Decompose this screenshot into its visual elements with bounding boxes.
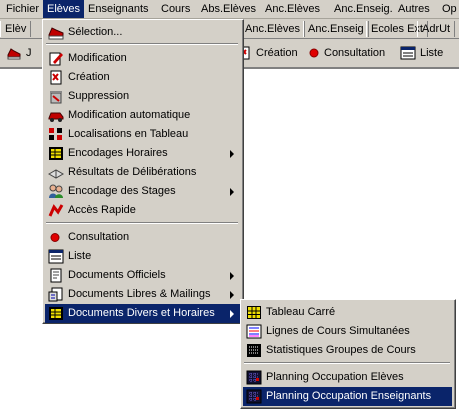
submenu-arrow-icon bbox=[230, 310, 234, 318]
menu-cours[interactable]: Cours bbox=[157, 0, 194, 18]
book-icon bbox=[48, 165, 64, 180]
submenu-item-lignes-de-cours-simultanees[interactable]: Lignes de Cours Simultanées bbox=[243, 322, 452, 341]
tab-anc-enseig[interactable]: Anc.Enseig bbox=[303, 21, 369, 37]
menu-item-label: Statistiques Groupes de Cours bbox=[266, 344, 416, 356]
menu-item-documents-officiels[interactable]: Documents Officiels bbox=[45, 266, 240, 285]
tab-anc-eleves[interactable]: Anc.Elèves bbox=[240, 21, 306, 37]
submenu-arrow-icon bbox=[230, 150, 234, 158]
menu-item-label: Tableau Carré bbox=[266, 306, 336, 318]
stats-grid-icon bbox=[246, 343, 262, 358]
new-document-icon bbox=[48, 70, 64, 85]
toolbar-label-creation: Création bbox=[256, 47, 298, 59]
lines-icon bbox=[246, 324, 262, 339]
menu-item-label: Création bbox=[68, 71, 110, 83]
red-dot-icon bbox=[309, 48, 319, 58]
menu-item-consultation[interactable]: Consultation bbox=[45, 228, 240, 247]
submenu-item-tableau-carre[interactable]: Tableau Carré bbox=[243, 303, 452, 322]
shoe-icon bbox=[48, 25, 64, 40]
menu-item-label: Consultation bbox=[68, 231, 130, 243]
quick-access-icon bbox=[48, 203, 64, 218]
edit-pencil-icon bbox=[48, 51, 64, 66]
eleves-menu: Sélection... Modification Création Suppress… bbox=[42, 19, 244, 324]
document-icon bbox=[48, 268, 64, 283]
toolbar-button-liste[interactable]: Liste bbox=[400, 44, 443, 62]
menu-item-modification[interactable]: Modification bbox=[45, 49, 240, 68]
menu-abs-eleves[interactable]: Abs.Elèves bbox=[197, 0, 260, 18]
toolbar-button-j[interactable]: J bbox=[6, 44, 32, 62]
menu-item-label: Modification automatique bbox=[68, 109, 191, 121]
menu-item-encodage-des-stages[interactable]: Encodage des Stages bbox=[45, 182, 240, 201]
toolbar-label-consultation: Consultation bbox=[324, 47, 386, 59]
people-icon bbox=[48, 184, 64, 199]
menu-item-label: Sélection... bbox=[68, 26, 123, 38]
menu-item-label: Encodage des Stages bbox=[68, 185, 176, 197]
menu-item-label: Accès Rapide bbox=[68, 204, 136, 216]
menu-item-label: Planning Occupation Enseignants bbox=[266, 390, 432, 402]
submenu-item-planning-occupation-eleves[interactable]: Planning Occupation Elèves bbox=[243, 368, 452, 387]
menu-item-localisations-en-tableau[interactable]: Localisations en Tableau bbox=[45, 125, 240, 144]
menu-fichier[interactable]: Fichier bbox=[2, 0, 43, 18]
submenu-item-planning-occupation-enseignants[interactable]: Planning Occupation Enseignants bbox=[243, 387, 452, 406]
menu-item-label: Localisations en Tableau bbox=[68, 128, 189, 140]
menu-item-label: Lignes de Cours Simultanées bbox=[266, 325, 410, 337]
menu-eleves[interactable]: Elèves bbox=[43, 0, 85, 18]
menu-item-label: Planning Occupation Elèves bbox=[266, 371, 404, 383]
documents-divers-submenu: Tableau Carré Lignes de Cours Simultanées… bbox=[240, 299, 456, 409]
toolbar-button-consultation[interactable]: Consultation bbox=[308, 44, 385, 62]
menu-item-label: Documents Officiels bbox=[68, 269, 166, 281]
grid-locate-icon bbox=[48, 127, 64, 142]
menu-item-selection[interactable]: Sélection... bbox=[45, 23, 240, 42]
grid-yellow-icon bbox=[246, 305, 262, 320]
submenu-arrow-icon bbox=[230, 272, 234, 280]
menu-item-encodages-horaires[interactable]: Encodages Horaires bbox=[45, 144, 240, 163]
menu-item-resultats-de-deliberations[interactable]: Résultats de Délibérations bbox=[45, 163, 240, 182]
menu-item-label: Encodages Horaires bbox=[68, 147, 168, 159]
planning-icon bbox=[246, 389, 262, 404]
menu-item-label: Résultats de Délibérations bbox=[68, 166, 197, 178]
menu-item-modification-automatique[interactable]: Modification automatique bbox=[45, 106, 240, 125]
menu-item-acces-rapide[interactable]: Accès Rapide bbox=[45, 201, 240, 220]
mailing-icon bbox=[48, 287, 64, 302]
schedule-icon bbox=[48, 306, 64, 321]
car-icon bbox=[48, 108, 64, 123]
menu-item-label: Suppression bbox=[68, 90, 130, 102]
toolbar-label-j: J bbox=[26, 47, 32, 59]
menu-anc-eleves[interactable]: Anc.Elèves bbox=[261, 0, 324, 18]
menu-autres[interactable]: Autres bbox=[394, 0, 434, 18]
menu-item-documents-divers-et-horaires[interactable]: Documents Divers et Horaires bbox=[45, 304, 240, 323]
menu-bar: Fichier Elèves Enseignants Cours Abs.Elè… bbox=[0, 0, 459, 19]
menu-item-label: Modification bbox=[68, 52, 127, 64]
submenu-arrow-icon bbox=[230, 188, 234, 196]
list-icon bbox=[48, 249, 64, 264]
menu-separator bbox=[244, 362, 450, 364]
schedule-icon bbox=[48, 146, 64, 161]
trash-icon bbox=[48, 89, 64, 104]
menu-item-creation[interactable]: Création bbox=[45, 68, 240, 87]
menu-item-label: Documents Libres & Mailings bbox=[68, 288, 211, 300]
menu-separator bbox=[46, 43, 238, 45]
toolbar-button-creation[interactable]: Création bbox=[238, 44, 298, 62]
menu-op[interactable]: Op bbox=[438, 0, 459, 18]
menu-item-liste[interactable]: Liste bbox=[45, 247, 240, 266]
menu-item-suppression[interactable]: Suppression bbox=[45, 87, 240, 106]
submenu-item-statistiques-groupes-de-cours[interactable]: Statistiques Groupes de Cours bbox=[243, 341, 452, 360]
menu-anc-enseig[interactable]: Anc.Enseig. bbox=[330, 0, 397, 18]
menu-item-documents-libres-mailings[interactable]: Documents Libres & Mailings bbox=[45, 285, 240, 304]
menu-enseignants[interactable]: Enseignants bbox=[84, 0, 153, 18]
submenu-arrow-icon bbox=[230, 291, 234, 299]
toolbar-label-liste: Liste bbox=[420, 47, 444, 59]
tab-eleves[interactable]: Elèv bbox=[0, 21, 32, 37]
shoe-icon bbox=[7, 48, 21, 60]
menu-item-label: Documents Divers et Horaires bbox=[68, 307, 215, 319]
red-dot-icon bbox=[48, 230, 64, 245]
menu-separator bbox=[46, 222, 238, 224]
tab-adrut[interactable]: AdrUt bbox=[417, 21, 456, 37]
menu-item-label: Liste bbox=[68, 250, 92, 262]
list-icon bbox=[400, 46, 416, 60]
planning-icon bbox=[246, 370, 262, 385]
